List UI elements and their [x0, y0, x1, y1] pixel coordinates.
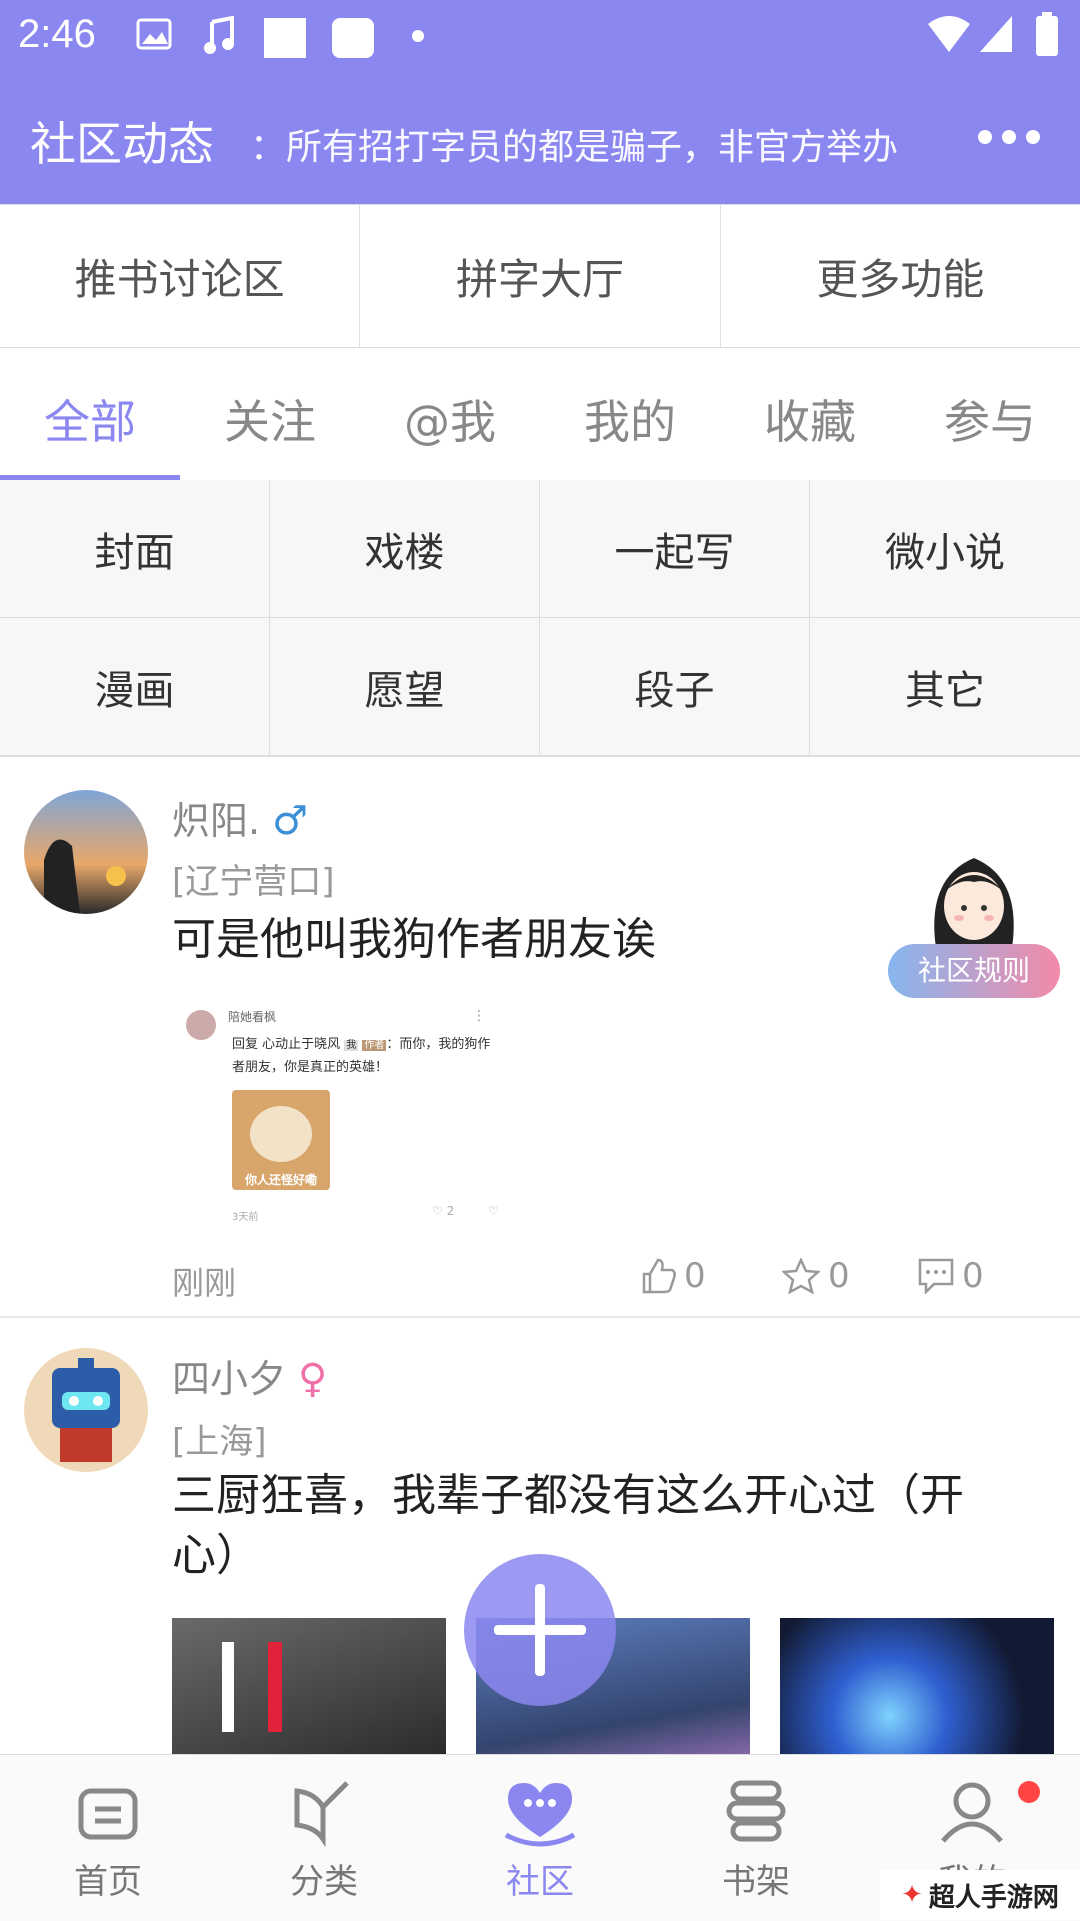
tab-mentions[interactable]: @我	[360, 348, 540, 480]
quick-links: 推书讨论区 拼字大厅 更多功能	[0, 204, 1080, 348]
music-icon	[204, 16, 234, 54]
community-heart-icon	[504, 1783, 576, 1847]
category-comics[interactable]: 漫画	[0, 618, 270, 756]
post-image[interactable]: 陪她看枫 ⋮ 回复 心动止于晓风 我 作者 ：而你，我的狗作者朋友，你是真正的英雄…	[172, 1002, 512, 1232]
page-title: 社区动态	[30, 117, 214, 171]
nav-bookshelf[interactable]: 书架	[648, 1755, 864, 1921]
girl-mascot-icon	[934, 858, 1014, 948]
username[interactable]: 炽阳.	[172, 799, 260, 843]
female-icon: ♀	[298, 1356, 328, 1402]
create-post-button[interactable]	[464, 1554, 616, 1706]
nav-community[interactable]: 社区	[432, 1755, 648, 1921]
location-label: [辽宁营口]	[172, 862, 335, 902]
post-content: 三厨狂喜，我辈子都没有这么开心过（开心）	[172, 1470, 964, 1581]
comment-button[interactable]: 0	[918, 1256, 984, 1296]
tab-following[interactable]: 关注	[180, 348, 360, 480]
community-rules-badge[interactable]: 社区规则	[888, 848, 1060, 998]
watermark-text: 超人手游网	[928, 1882, 1059, 1913]
dog-face-icon	[250, 1106, 312, 1162]
notification-square-icon	[264, 18, 306, 58]
bookshelf-icon	[726, 1780, 786, 1842]
tab-mine[interactable]: 我的	[540, 348, 720, 480]
reply-like-count: 2	[446, 1204, 455, 1218]
category-pen-icon	[294, 1781, 349, 1847]
reply-to-label: 回复 心动止于晓风	[232, 1037, 341, 1052]
status-time: 2:46	[18, 12, 96, 56]
unread-dot-icon	[1018, 1781, 1040, 1803]
username[interactable]: 四小夕	[172, 1357, 286, 1401]
like-count: 0	[684, 1256, 706, 1296]
more-notifications-dot-icon	[412, 30, 424, 42]
nav-category-label: 分类	[290, 1862, 358, 1902]
robot-avatar-icon	[52, 1358, 120, 1462]
nav-category[interactable]: 分类	[216, 1755, 432, 1921]
quick-link-more-features[interactable]: 更多功能	[721, 205, 1080, 347]
meme-caption: 你人还怪好嘞	[244, 1173, 317, 1187]
star-icon	[782, 1258, 820, 1294]
status-bar: 2:46	[0, 0, 1080, 74]
post-content: 可是他叫我狗作者朋友诶	[172, 914, 656, 965]
reply-dislike-icon: ♡	[488, 1204, 499, 1218]
reply-avatar	[186, 1010, 216, 1040]
notice-marquee[interactable]: ：所有招打字员的都是骗子，非官方举办	[250, 118, 910, 170]
battery-icon	[1036, 12, 1058, 56]
location-label: [上海]	[172, 1422, 267, 1462]
quick-link-typing-hall[interactable]: 拼字大厅	[360, 205, 721, 347]
quick-link-book-discussion[interactable]: 推书讨论区	[0, 205, 361, 347]
reply-time: 3天前	[232, 1212, 259, 1223]
like-button[interactable]: 0	[640, 1256, 706, 1296]
more-menu-button[interactable]	[978, 130, 1040, 144]
site-watermark: ✦ 超人手游网	[880, 1870, 1080, 1920]
reply-tag-author: 作者	[362, 1040, 387, 1051]
post-card[interactable]: 炽阳. ♂ [辽宁营口] 可是他叫我狗作者朋友诶 陪她看枫 ⋮ 回复 心动止于晓风…	[0, 756, 1080, 1316]
image-icon	[136, 18, 172, 50]
watermark-logo-icon: ✦	[901, 1880, 923, 1910]
reply-menu-icon: ⋮	[472, 1008, 486, 1024]
home-book-icon	[78, 1788, 138, 1840]
category-cowrite[interactable]: 一起写	[540, 480, 810, 618]
nav-home-label: 首页	[74, 1862, 142, 1902]
reply-username: 陪她看枫	[228, 1010, 277, 1024]
star-button[interactable]: 0	[782, 1256, 850, 1296]
app-bar: 社区动态 ：所有招打字员的都是骗子，非官方举办	[0, 74, 1080, 204]
category-other[interactable]: 其它	[810, 618, 1080, 756]
category-wishes[interactable]: 愿望	[270, 618, 540, 756]
post-image[interactable]	[172, 1618, 446, 1758]
signal-icon	[980, 16, 1012, 52]
comment-icon	[918, 1258, 954, 1294]
wifi-icon	[928, 16, 970, 52]
category-grid: 封面 戏楼 一起写 微小说 漫画 愿望 段子 其它	[0, 480, 1080, 757]
tab-all[interactable]: 全部	[0, 348, 180, 481]
post-time: 刚刚	[172, 1264, 237, 1302]
tab-favorites[interactable]: 收藏	[720, 348, 900, 480]
reply-tag-me: 我	[344, 1040, 359, 1051]
nav-bookshelf-label: 书架	[722, 1862, 790, 1902]
avatar[interactable]	[24, 1348, 148, 1472]
nav-community-label: 社区	[506, 1862, 574, 1902]
category-jokes[interactable]: 段子	[540, 618, 810, 756]
nav-home[interactable]: 首页	[0, 1755, 216, 1921]
comment-count: 0	[962, 1256, 984, 1296]
star-count: 0	[828, 1256, 850, 1296]
avatar-silhouette-icon	[44, 839, 126, 914]
meme-image: 你人还怪好嘞	[232, 1090, 330, 1190]
notification-rounded-icon	[332, 18, 374, 58]
profile-user-icon	[941, 1782, 1003, 1843]
tab-participated[interactable]: 参与	[900, 348, 1080, 480]
category-cover[interactable]: 封面	[0, 480, 270, 618]
avatar[interactable]	[24, 790, 148, 914]
thumbs-up-icon	[642, 1258, 676, 1294]
post-image[interactable]	[780, 1618, 1054, 1758]
feed-tabs: 全部 关注 @我 我的 收藏 参与	[0, 348, 1080, 481]
male-icon: ♂	[272, 798, 308, 844]
category-theater[interactable]: 戏楼	[270, 480, 540, 618]
community-rules-label: 社区规则	[888, 944, 1060, 998]
category-micro-fiction[interactable]: 微小说	[810, 480, 1080, 618]
reply-heart-icon: ♡	[432, 1204, 443, 1218]
